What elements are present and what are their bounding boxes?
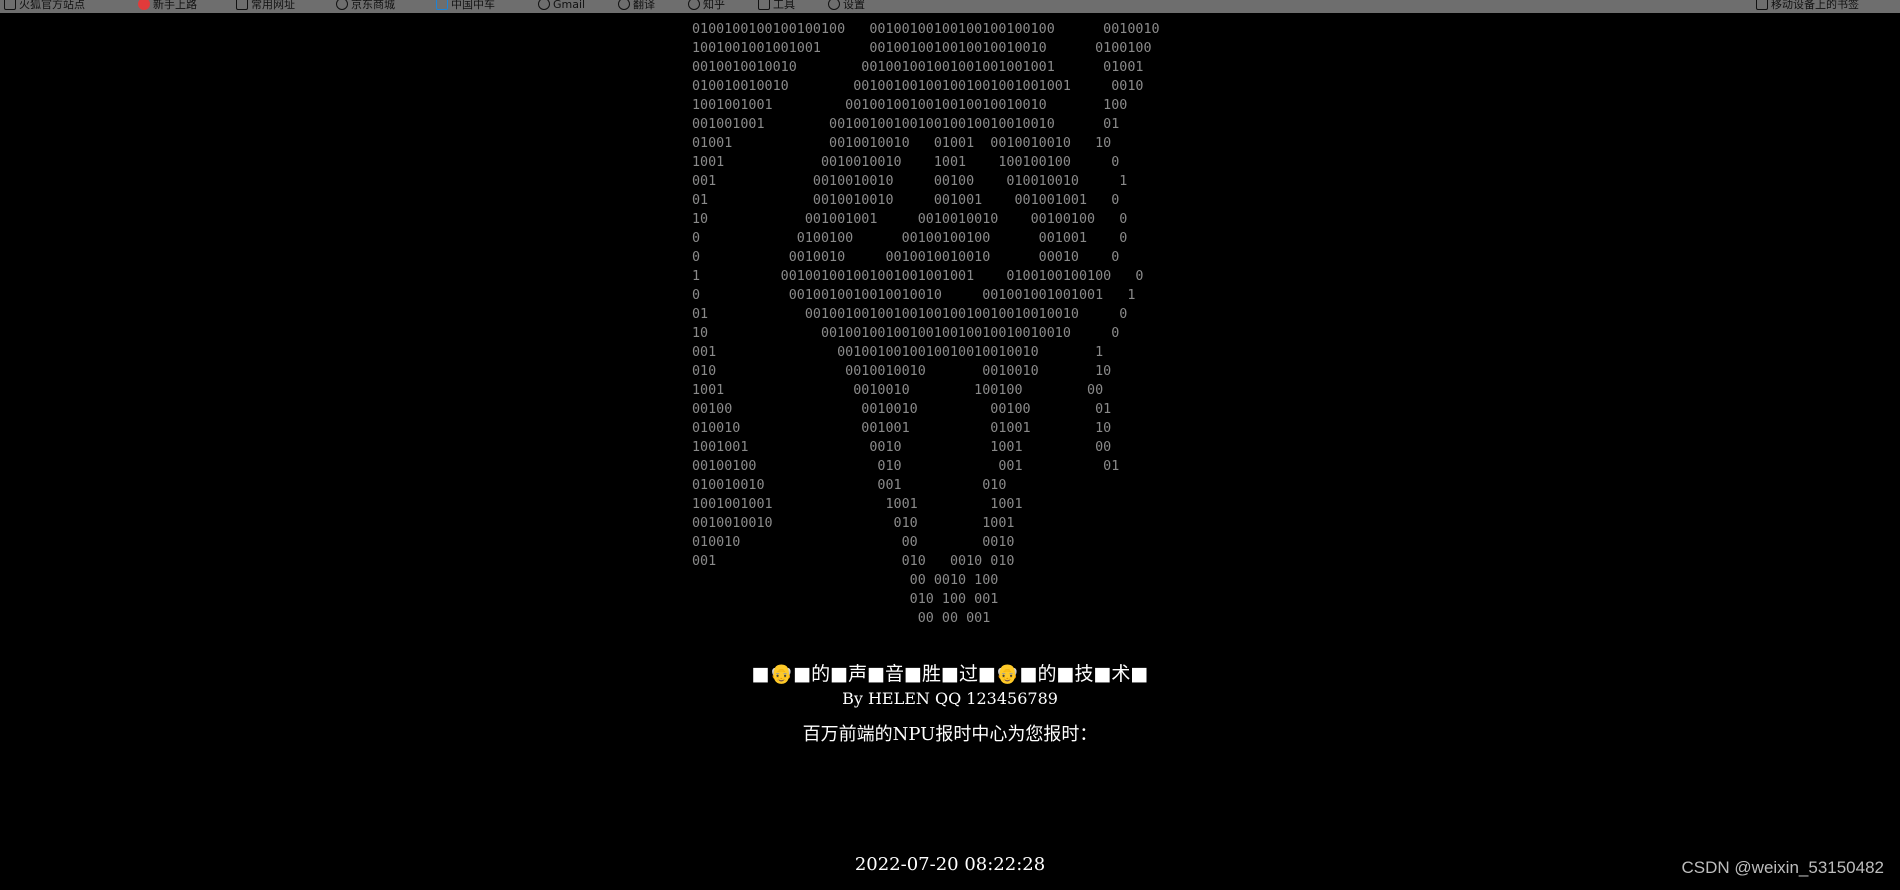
app-icon	[436, 0, 448, 10]
ascii-art-line: 1 001001001001001001001001 0100100100100…	[692, 269, 1144, 284]
ascii-art-line: 001 0010010010010010010010010 1	[692, 345, 1104, 360]
folder-icon	[236, 0, 248, 10]
author-byline: By HELEN QQ 123456789	[842, 689, 1058, 708]
bookmark-item[interactable]: 常用网址	[236, 0, 295, 12]
bookmark-item-mobile[interactable]: 移动设备上的书签	[1756, 0, 1859, 12]
bookmark-item[interactable]: Gmail	[538, 0, 585, 12]
ascii-art-line: 1001001001001001 0010010010010010010010 …	[692, 41, 1152, 56]
binary-ascii-art: 0100100100100100100 00100100100100100100…	[692, 20, 1204, 630]
bookmark-item[interactable]: 翻译	[618, 0, 655, 12]
ascii-art-line: 00100100 010 001 01	[692, 459, 1120, 474]
ascii-art-line: 010010 001001 01001 10	[692, 421, 1112, 436]
bookmark-item[interactable]: 设置	[828, 0, 865, 12]
ascii-art-line: 1001 0010010010 1001 100100100 0	[692, 155, 1120, 170]
ascii-art-line: 0010010010010 001001001001001001001001 0…	[692, 60, 1144, 75]
ascii-art-line: 0 0010010 0010010010010 00010 0	[692, 250, 1120, 265]
time-report-label: 百万前端的NPU报时中心为您报时：	[802, 724, 1098, 745]
globe-icon	[688, 0, 700, 10]
bookmark-item[interactable]: 中国中车	[436, 0, 495, 12]
bookmark-item[interactable]: 新手上路	[138, 0, 197, 12]
bookmark-item[interactable]: 火狐官方站点	[4, 0, 85, 12]
ascii-art-line: 0 0100100 00100100100 001001 0	[692, 231, 1128, 246]
ascii-art-line: 1001001001 0010010010010010010010010 100	[692, 98, 1128, 113]
ascii-art-line: 01 0010010010 001001 001001001 0	[692, 193, 1120, 208]
firefox-icon	[138, 0, 150, 10]
ascii-art-line: 00100 0010010 00100 01	[692, 402, 1112, 417]
ascii-art-line: 001 010 0010 010	[692, 554, 1015, 569]
bookmark-label: 移动设备上的书签	[1771, 0, 1859, 11]
ascii-art-line: 01 0010010010010010010010010010010010 0	[692, 307, 1128, 322]
page-title: ■👴■的■声■音■胜■过■👴■的■技■术■	[751, 663, 1149, 685]
gear-icon	[828, 0, 840, 10]
ascii-art-line: 00 0010 100	[692, 573, 999, 588]
ascii-art-line: 010010010010 001001001001001001001001001…	[692, 79, 1144, 94]
bookmark-label: 京东商城	[351, 0, 395, 11]
ascii-art-line: 01001 0010010010 01001 0010010010 10	[692, 136, 1112, 151]
clock-display: 2022-07-20 08:22:28	[854, 854, 1046, 875]
ascii-art-line: 010010 00 0010	[692, 535, 1015, 550]
page-icon	[4, 0, 16, 10]
ascii-art-line: 0 0010010010010010010 001001001001001 1	[692, 288, 1136, 303]
bookmark-item[interactable]: 京东商城	[336, 0, 395, 12]
ascii-art-line: 001001001 0010010010010010010010010010 0…	[692, 117, 1120, 132]
globe-icon	[618, 0, 630, 10]
bookmark-label: 新手上路	[153, 0, 197, 11]
ascii-art-line: 1001001001 1001 1001	[692, 497, 1023, 512]
bookmark-label: 工具	[773, 0, 795, 11]
bookmark-label: 常用网址	[251, 0, 295, 11]
ascii-art-line: 1001001 0010 1001 00	[692, 440, 1112, 455]
bookmark-label: Gmail	[553, 0, 586, 11]
ascii-art-line: 010010010 001 010	[692, 478, 1007, 493]
ascii-art-line: 00 00 001	[692, 611, 991, 626]
bookmark-label: 设置	[843, 0, 865, 11]
ascii-art-line: 1001 0010010 100100 00	[692, 383, 1104, 398]
bookmarks-toolbar: 火狐官方站点 新手上路 常用网址 京东商城 中国中车 Gmail 翻译 知乎 工…	[0, 0, 1900, 13]
folder-icon	[758, 0, 770, 10]
bookmark-label: 知乎	[703, 0, 725, 11]
bookmark-label: 火狐官方站点	[19, 0, 85, 11]
bookmark-label: 翻译	[633, 0, 655, 11]
bookmark-item[interactable]: 知乎	[688, 0, 725, 12]
ascii-art-line: 010 0010010010 0010010 10	[692, 364, 1112, 379]
ascii-art-line: 0010010010 010 1001	[692, 516, 1015, 531]
ascii-art-line: 010 100 001	[692, 592, 999, 607]
ascii-art-line: 10 0010010010010010010010010010010 0	[692, 326, 1120, 341]
globe-icon	[336, 0, 348, 10]
ascii-art-line: 001 0010010010 00100 010010010 1	[692, 174, 1128, 189]
globe-icon	[538, 0, 550, 10]
ascii-art-line: 0100100100100100100 00100100100100100100…	[692, 22, 1160, 37]
csdn-watermark: CSDN @weixin_53150482	[1681, 858, 1884, 877]
mobile-icon	[1756, 0, 1768, 10]
ascii-art-line: 10 001001001 0010010010 00100100 0	[692, 212, 1128, 227]
bookmark-item[interactable]: 工具	[758, 0, 795, 12]
bookmark-label: 中国中车	[451, 0, 495, 11]
